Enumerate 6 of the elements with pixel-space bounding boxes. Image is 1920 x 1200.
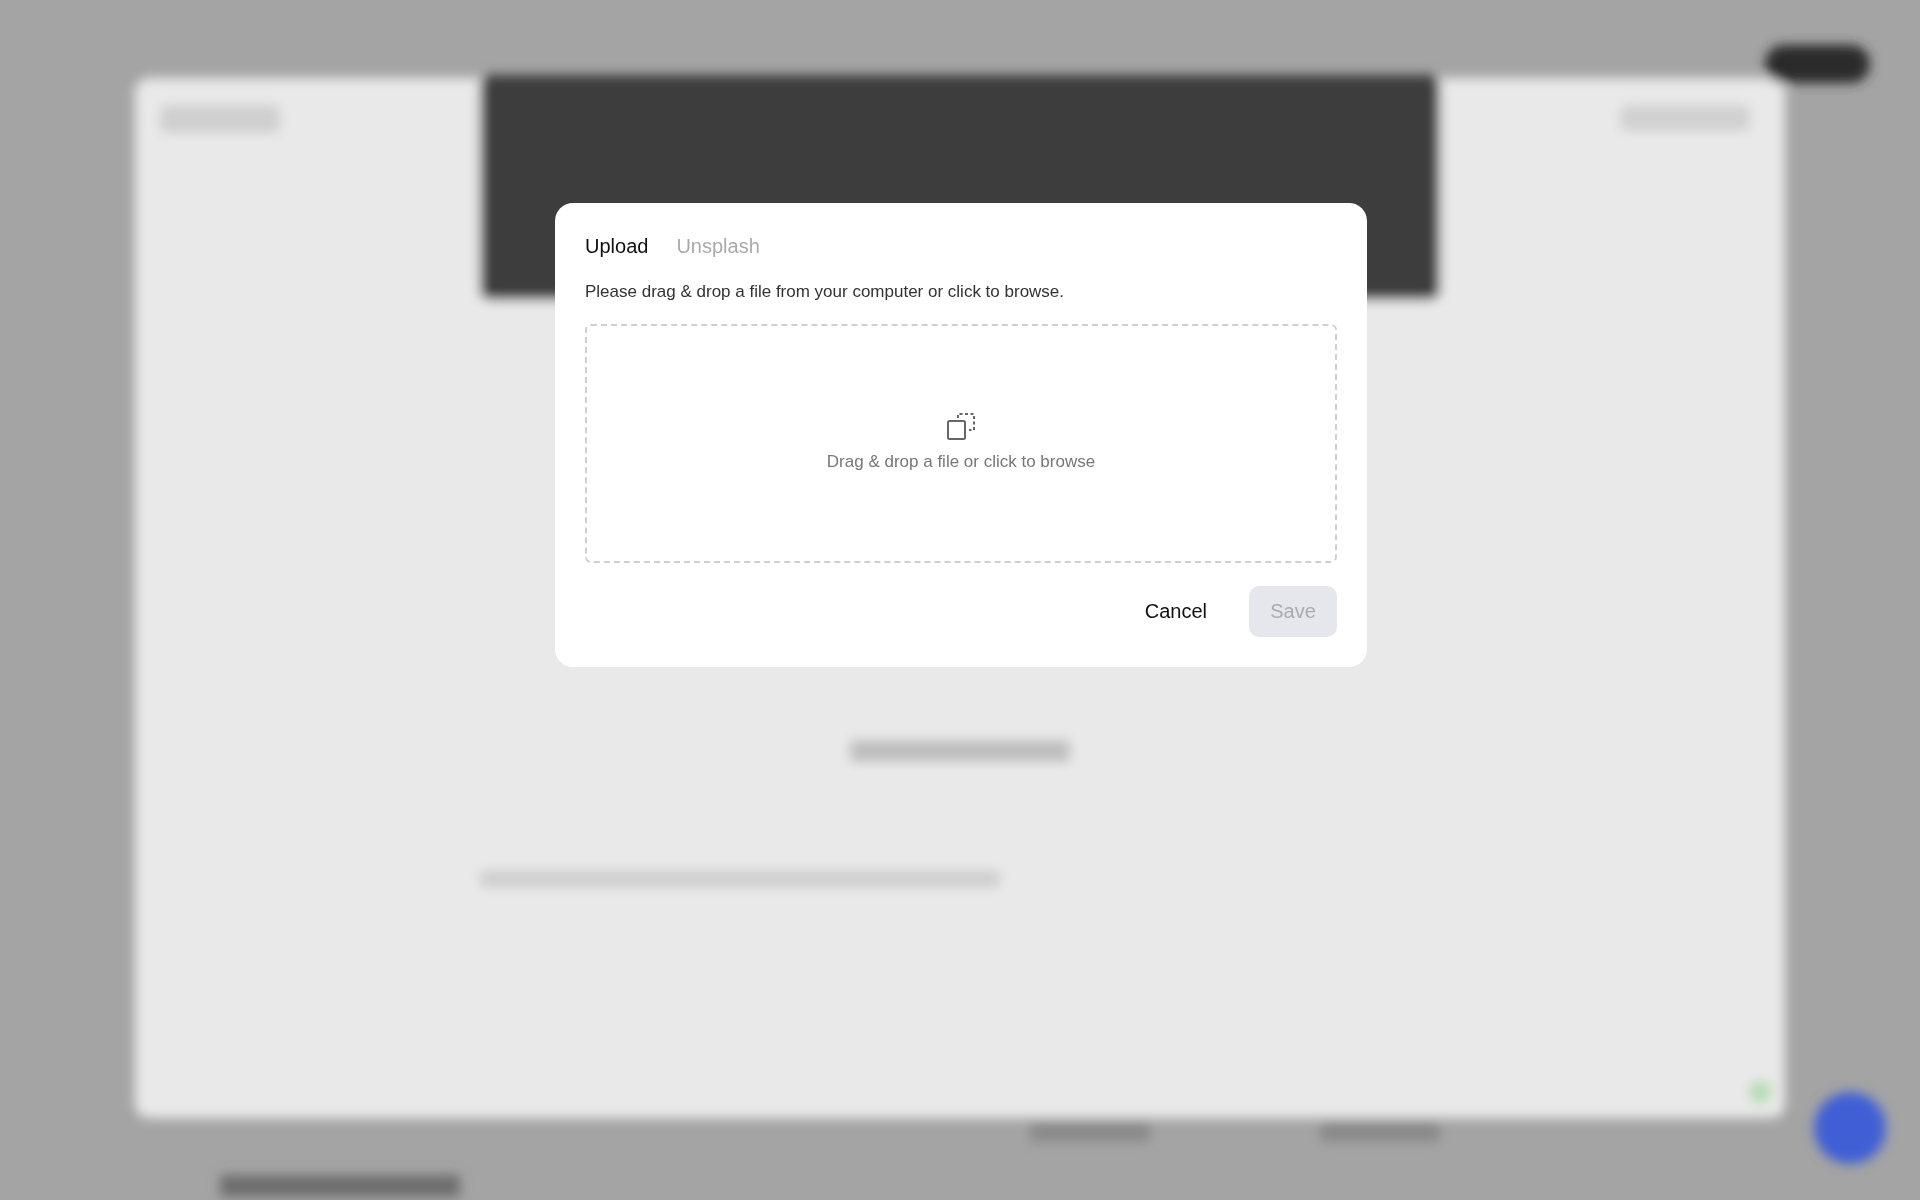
dropzone[interactable]: Drag & drop a file or click to browse	[585, 324, 1337, 563]
dropzone-label: Drag & drop a file or click to browse	[826, 451, 1096, 472]
dialog-tab[interactable]: Upload	[585, 231, 649, 262]
cancel-button[interactable]: Cancel	[1124, 586, 1227, 637]
instructions-text: Please drag & drop a file from your computer or click to browse.	[585, 282, 1066, 302]
dialog-tab[interactable]: Unsplash	[676, 231, 760, 262]
